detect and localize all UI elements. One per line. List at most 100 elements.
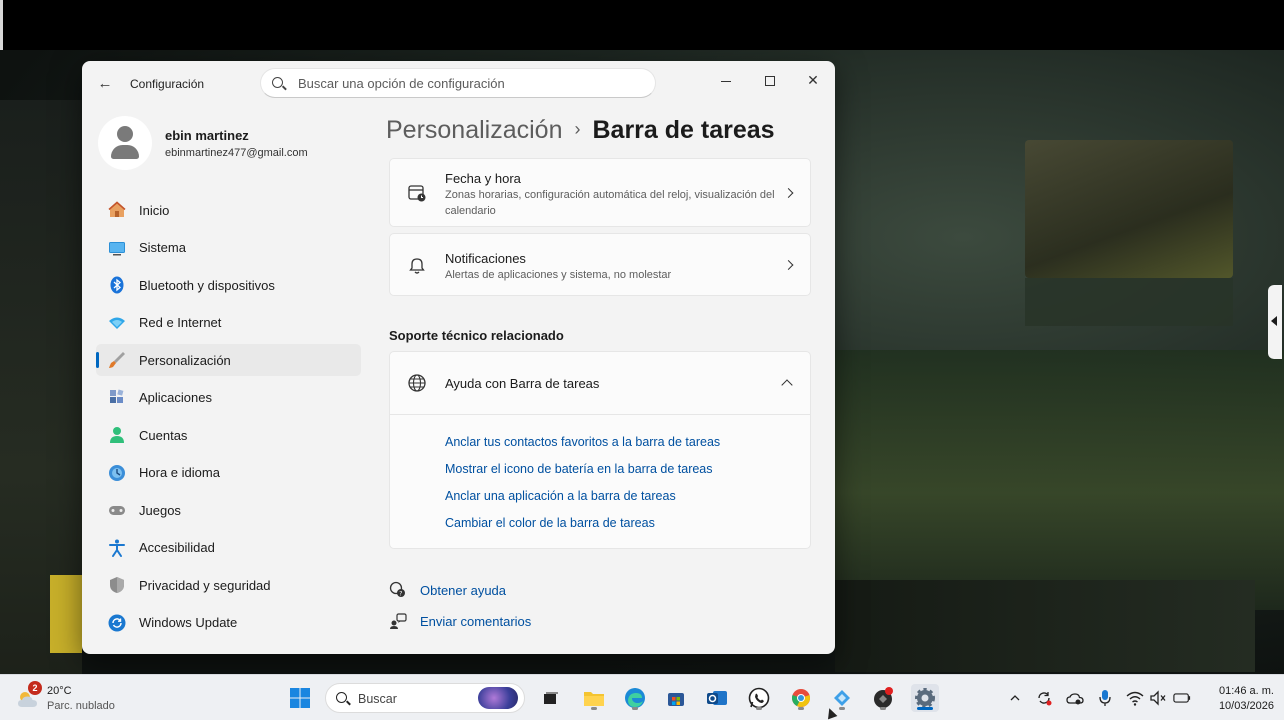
sidebar-item-red[interactable]: Red e Internet bbox=[96, 307, 361, 339]
avatar bbox=[98, 116, 152, 170]
clock-time: 01:46 a. m. bbox=[1218, 685, 1274, 697]
taskbar-search[interactable]: Buscar bbox=[325, 683, 525, 713]
gamepad-icon bbox=[107, 500, 127, 520]
sidebar-item-label: Personalización bbox=[139, 352, 231, 368]
task-view-icon[interactable] bbox=[536, 684, 564, 712]
left-edge-line bbox=[0, 0, 3, 50]
app-title: Configuración bbox=[130, 77, 205, 91]
system-icon bbox=[107, 238, 127, 258]
chrome-icon[interactable] bbox=[787, 684, 815, 712]
weather-temperature: 20°C bbox=[47, 685, 72, 697]
support-heading: Soporte técnico relacionado bbox=[389, 328, 564, 343]
datetime-description: Zonas horarias, configuración automática… bbox=[445, 189, 775, 217]
sidebar-item-label: Cuentas bbox=[139, 427, 188, 443]
accessibility-icon bbox=[107, 538, 127, 558]
sidebar-item-sistema[interactable]: Sistema bbox=[96, 232, 361, 264]
sidebar-item-cuentas[interactable]: Cuentas bbox=[96, 419, 361, 451]
brush-icon bbox=[107, 350, 127, 370]
help-chat-icon: ? bbox=[389, 581, 407, 599]
search-highlight-image bbox=[478, 687, 518, 709]
breadcrumb-separator: › bbox=[574, 119, 581, 139]
sidebar-item-bluetooth[interactable]: Bluetooth y dispositivos bbox=[96, 269, 361, 301]
chevron-right-icon bbox=[783, 259, 794, 270]
sidebar-item-label: Privacidad y seguridad bbox=[139, 577, 271, 593]
whatsapp-icon[interactable] bbox=[745, 684, 773, 712]
file-explorer-icon[interactable] bbox=[580, 684, 608, 712]
weather-badge: 2 bbox=[28, 681, 42, 695]
help-title: Ayuda con Barra de tareas bbox=[445, 376, 600, 391]
system-clock[interactable]: 01:46 a. m. 10/03/2026 bbox=[1200, 684, 1274, 714]
top-black-bar bbox=[0, 0, 1284, 50]
chevron-up-icon[interactable] bbox=[1006, 689, 1024, 707]
apps-icon bbox=[107, 388, 127, 408]
breadcrumb-parent[interactable]: Personalización bbox=[386, 116, 563, 144]
update-icon bbox=[107, 613, 127, 633]
onedrive-icon[interactable] bbox=[1066, 689, 1084, 707]
start-button[interactable] bbox=[286, 684, 314, 712]
feedback-link[interactable]: Enviar comentarios bbox=[389, 611, 531, 631]
home-icon bbox=[107, 200, 127, 220]
sidebar-item-juegos[interactable]: Juegos bbox=[96, 494, 361, 526]
sidebar-item-label: Red e Internet bbox=[139, 315, 222, 330]
sidebar-item-label: Accesibilidad bbox=[139, 540, 215, 555]
volume-muted-icon[interactable] bbox=[1149, 689, 1167, 707]
sidebar-item-personalizacion[interactable]: Personalización bbox=[96, 344, 361, 376]
page-title: Barra de tareas bbox=[592, 116, 775, 144]
help-link-pin-app[interactable]: Anclar una aplicación a la barra de tare… bbox=[445, 489, 676, 503]
help-link-color[interactable]: Cambiar el color de la barra de tareas bbox=[445, 516, 655, 530]
sidebar-item-privacidad[interactable]: Privacidad y seguridad bbox=[96, 569, 361, 601]
svg-text:?: ? bbox=[399, 591, 402, 598]
wifi-icon[interactable] bbox=[1126, 689, 1144, 707]
sidebar-item-label: Bluetooth y dispositivos bbox=[139, 277, 275, 293]
game-app-icon[interactable] bbox=[869, 684, 897, 712]
store-icon[interactable] bbox=[662, 684, 690, 712]
get-help-label: Obtener ayuda bbox=[420, 582, 507, 598]
outlook-icon[interactable] bbox=[703, 684, 731, 712]
battery-icon[interactable] bbox=[1173, 689, 1191, 707]
network-icon bbox=[107, 313, 127, 333]
sidebar-item-label: Windows Update bbox=[139, 615, 238, 630]
settings-search-input[interactable]: Buscar una opción de configuración bbox=[260, 68, 656, 98]
user-email: ebinmartinez477@gmail.com bbox=[165, 147, 308, 159]
search-icon bbox=[272, 77, 283, 88]
settings-gear-icon[interactable] bbox=[911, 684, 939, 712]
accounts-icon bbox=[107, 425, 127, 445]
weather-condition: Parc. nublado bbox=[47, 700, 115, 712]
user-name: ebin martinez bbox=[165, 128, 249, 143]
microphone-icon[interactable] bbox=[1096, 689, 1114, 707]
notifications-title: Notificaciones bbox=[445, 251, 526, 266]
sidebar-item-hora[interactable]: Hora e idioma bbox=[96, 457, 361, 489]
notifications-card[interactable]: Notificaciones Alertas de aplicaciones y… bbox=[389, 233, 811, 296]
feedback-label: Enviar comentarios bbox=[420, 613, 532, 629]
sidebar-item-aplicaciones[interactable]: Aplicaciones bbox=[96, 382, 361, 414]
sidebar-item-label: Inicio bbox=[139, 202, 170, 218]
edge-browser-icon[interactable] bbox=[621, 684, 649, 712]
side-panel-handle[interactable] bbox=[1268, 285, 1282, 359]
time-language-icon bbox=[107, 463, 127, 483]
help-link-battery[interactable]: Mostrar el icono de batería en la barra … bbox=[445, 462, 713, 476]
taskbar-search-label: Buscar bbox=[358, 692, 397, 706]
back-button[interactable]: ← bbox=[96, 75, 114, 93]
sync-icon[interactable] bbox=[1035, 689, 1053, 707]
sidebar-item-label: Aplicaciones bbox=[139, 390, 212, 405]
sidebar-item-label: Hora e idioma bbox=[139, 465, 220, 480]
settings-window: ← Configuración Buscar una opción de con… bbox=[82, 61, 835, 654]
help-link-contacts[interactable]: Anclar tus contactos favoritos a la barr… bbox=[445, 435, 720, 449]
get-help-link[interactable]: ? Obtener ayuda bbox=[389, 580, 506, 600]
chevron-right-icon bbox=[783, 187, 794, 198]
breadcrumb: Personalización › Barra de tareas bbox=[386, 116, 775, 145]
close-button[interactable]: ✕ bbox=[791, 65, 835, 95]
datetime-card[interactable]: Fecha y hora Zonas horarias, configuraci… bbox=[389, 158, 811, 227]
sidebar-item-inicio[interactable]: Inicio bbox=[96, 194, 361, 226]
minimize-button[interactable] bbox=[704, 65, 748, 95]
help-header[interactable]: Ayuda con Barra de tareas bbox=[390, 352, 810, 415]
globe-icon bbox=[407, 373, 427, 393]
shield-icon bbox=[107, 575, 127, 595]
help-card: Ayuda con Barra de tareas Anclar tus con… bbox=[389, 351, 811, 549]
sidebar-item-windows-update[interactable]: Windows Update bbox=[96, 607, 361, 639]
clock-date: 10/03/2026 bbox=[1218, 700, 1274, 712]
calendar-clock-icon bbox=[407, 183, 427, 203]
maximize-button[interactable] bbox=[748, 65, 792, 95]
sidebar-item-label: Sistema bbox=[139, 240, 186, 255]
sidebar-item-accesibilidad[interactable]: Accesibilidad bbox=[96, 532, 361, 564]
